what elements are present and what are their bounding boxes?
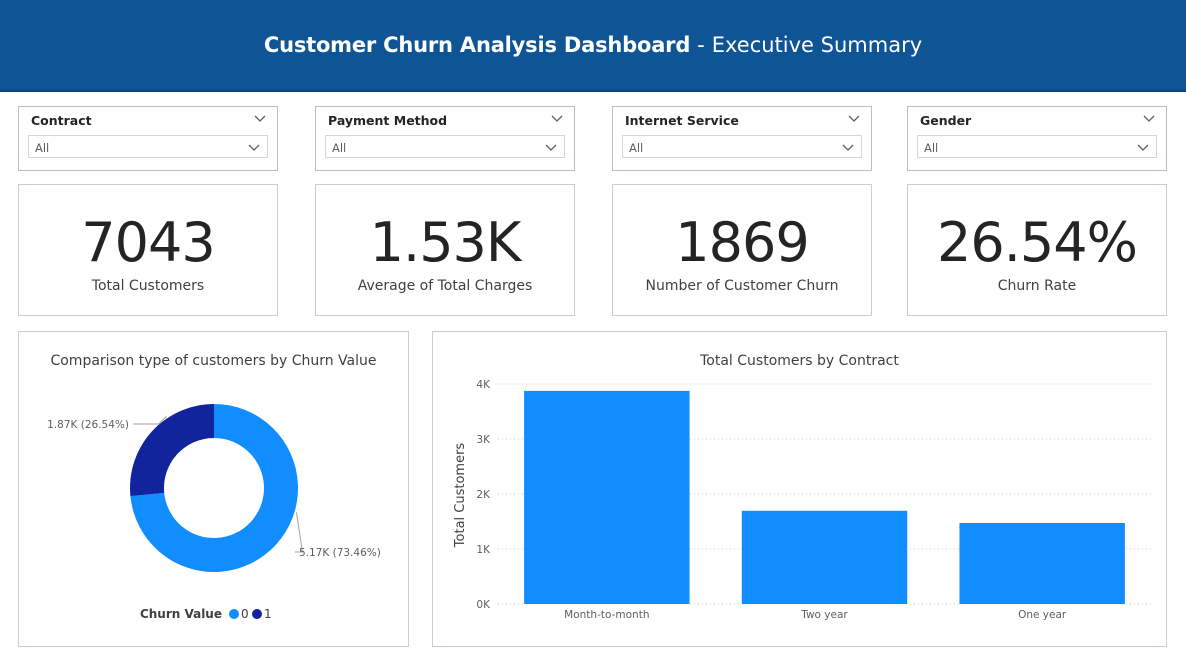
kpi-label: Number of Customer Churn [645, 278, 839, 294]
kpi-card-churn-rate: 26.54% Churn Rate [907, 184, 1167, 316]
slicer-label: Payment Method [328, 113, 448, 128]
slicer-dropdown[interactable]: All [28, 135, 268, 158]
chevron-down-icon [248, 144, 260, 151]
y-tick-label: 3K [476, 434, 491, 446]
chevron-down-icon [1137, 144, 1149, 151]
bar-two-year[interactable] [741, 510, 908, 604]
slicer-dropdown[interactable]: All [622, 135, 862, 158]
kpi-value: 7043 [81, 211, 215, 274]
slicer-contract: Contract All [18, 106, 278, 171]
slicer-label: Internet Service [625, 113, 739, 128]
kpi-label: Total Customers [91, 278, 205, 294]
kpi-card-total-customers: 7043 Total Customers [18, 184, 278, 316]
x-tick-label: Month-to-month [564, 609, 649, 621]
slicer-dropdown[interactable]: All [917, 135, 1157, 158]
chevron-down-icon [842, 144, 854, 151]
x-tick-label: Two year [800, 609, 848, 621]
slicer-value: All [35, 141, 50, 155]
kpi-label: Average of Total Charges [357, 278, 533, 294]
slicer-label: Gender [920, 113, 972, 128]
donut-slice-1[interactable] [130, 404, 214, 497]
y-tick-label: 0K [476, 599, 491, 611]
bar-chart-panel: Total Customers by Contract 0K 1K 2K 3K 4K M… [432, 331, 1167, 647]
y-axis-label: Total Customers [453, 443, 468, 549]
data-label: 5.17K (73.46%) [299, 547, 381, 559]
kpi-card-customer-churn: 1869 Number of Customer Churn [612, 184, 872, 316]
kpi-card-average-total-charges: 1.53K Average of Total Charges [315, 184, 575, 316]
y-tick-label: 1K [476, 544, 491, 556]
page-title: Customer Churn Analysis Dashboard [263, 33, 691, 57]
slicer-payment-method: Payment Method All [315, 106, 575, 171]
legend-swatch [252, 609, 262, 619]
donut-chart-panel: Comparison type of customers by Churn Va… [18, 331, 409, 647]
legend-entry: 1 [264, 607, 272, 621]
chevron-down-icon [545, 144, 557, 151]
y-tick-label: 4K [476, 379, 491, 391]
kpi-value: 26.54% [937, 211, 1138, 274]
y-tick-label: 2K [476, 489, 491, 501]
page-subtitle: Executive Summary [711, 33, 923, 57]
chevron-down-icon[interactable] [847, 111, 861, 125]
chevron-down-icon[interactable] [1142, 111, 1156, 125]
chevron-down-icon[interactable] [253, 111, 267, 125]
slicer-value: All [629, 141, 644, 155]
slicer-value: All [332, 141, 347, 155]
bar-month-to-month[interactable] [524, 390, 690, 604]
bar-chart: 0K 1K 2K 3K 4K Month-to-month Two year One yea… [453, 379, 1151, 621]
legend-entry: 0 [241, 607, 249, 621]
kpi-value: 1869 [675, 211, 809, 274]
x-tick-label: One year [1018, 609, 1067, 621]
legend-title: Churn Value [140, 607, 222, 621]
slicer-label: Contract [31, 113, 92, 128]
bar-one-year[interactable] [959, 522, 1125, 604]
slicer-internet-service: Internet Service All [612, 106, 872, 171]
title-separator: - [697, 33, 705, 57]
legend-swatch [229, 609, 239, 619]
kpi-value: 1.53K [369, 211, 522, 274]
data-label: 1.87K (26.54%) [47, 419, 129, 431]
kpi-label: Churn Rate [997, 278, 1077, 294]
slicer-value: All [924, 141, 939, 155]
dashboard-header: Customer Churn Analysis Dashboard - Exec… [0, 0, 1186, 92]
donut-chart: 1.87K (26.54%) 5.17K (73.46%) Churn Valu… [47, 404, 381, 621]
slicer-dropdown[interactable]: All [325, 135, 565, 158]
chevron-down-icon[interactable] [550, 111, 564, 125]
slicer-gender: Gender All [907, 106, 1167, 171]
